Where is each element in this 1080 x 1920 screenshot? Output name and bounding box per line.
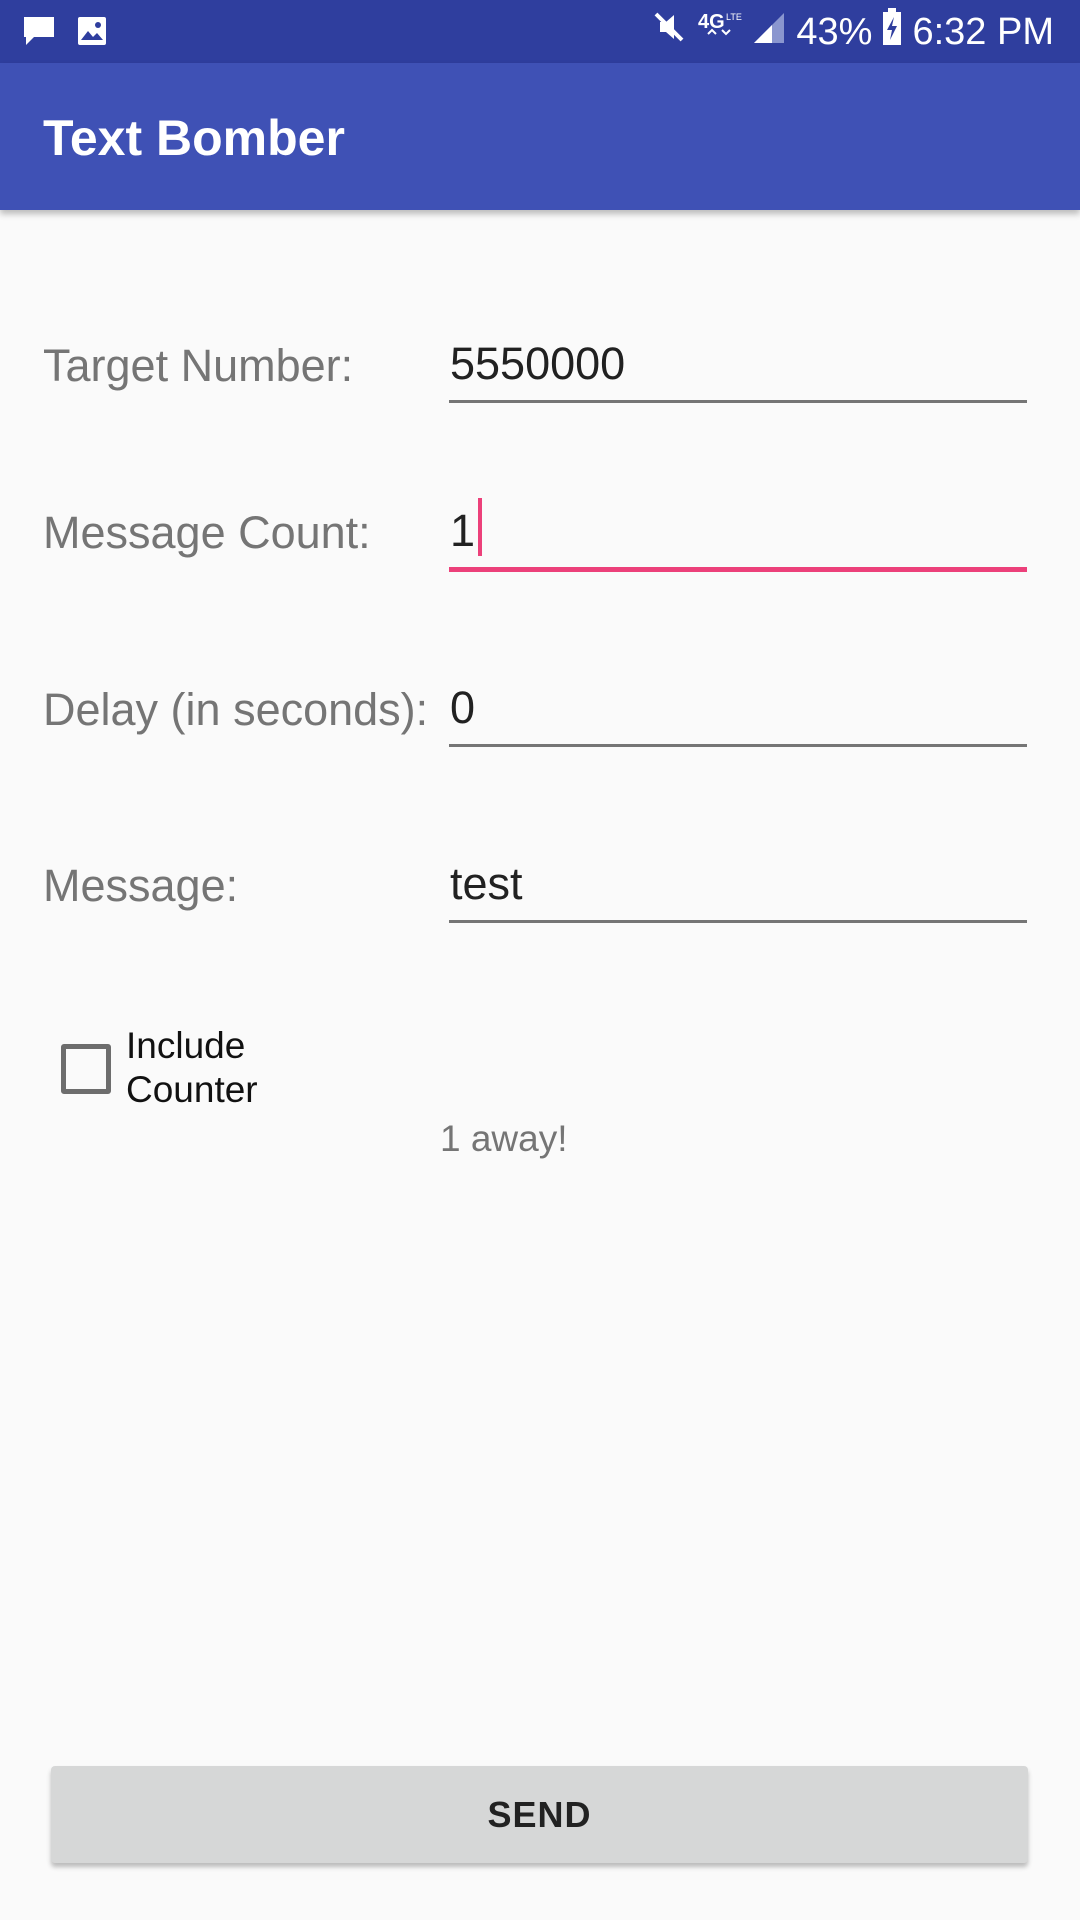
status-bar: 4G LTE 43% 6:32 PM (0, 0, 1080, 63)
target-number-label: Target Number: (43, 340, 354, 391)
4g-lte-icon: 4G LTE (698, 8, 742, 56)
include-counter-checkbox[interactable] (61, 1044, 111, 1094)
text-cursor (478, 498, 483, 556)
signal-icon (752, 9, 786, 55)
battery-charging-icon (882, 8, 902, 56)
status-text: 1 away! (440, 1118, 568, 1159)
app-bar: Text Bomber (0, 63, 1080, 210)
target-number-field[interactable]: 5550000 (449, 330, 1027, 403)
notification-icons (22, 14, 108, 53)
message-count-value: 1 (450, 505, 476, 556)
clock: 6:32 PM (912, 10, 1054, 53)
mute-icon (650, 8, 688, 56)
delay-value: 0 (450, 682, 476, 733)
message-count-label: Message Count: (43, 507, 371, 558)
message-icon (22, 14, 56, 53)
message-field[interactable]: test (449, 850, 1027, 923)
delay-field[interactable]: 0 (449, 674, 1027, 747)
system-icons: 4G LTE 43% 6:32 PM (650, 8, 1054, 56)
send-button[interactable]: SEND (51, 1766, 1028, 1863)
image-icon (76, 15, 108, 52)
delay-label: Delay (in seconds): (43, 684, 429, 735)
message-count-field[interactable]: 1 (449, 497, 1027, 572)
include-counter-label-line2: Counter (126, 1069, 258, 1110)
svg-text:LTE: LTE (726, 12, 742, 22)
message-value: test (450, 858, 523, 909)
include-counter-label[interactable]: Include Counter (126, 1024, 258, 1112)
battery-percent: 43% (796, 10, 873, 53)
target-number-value: 5550000 (450, 338, 626, 389)
message-label: Message: (43, 860, 239, 911)
include-counter-label-line1: Include (126, 1025, 246, 1066)
app-title: Text Bomber (43, 110, 345, 166)
